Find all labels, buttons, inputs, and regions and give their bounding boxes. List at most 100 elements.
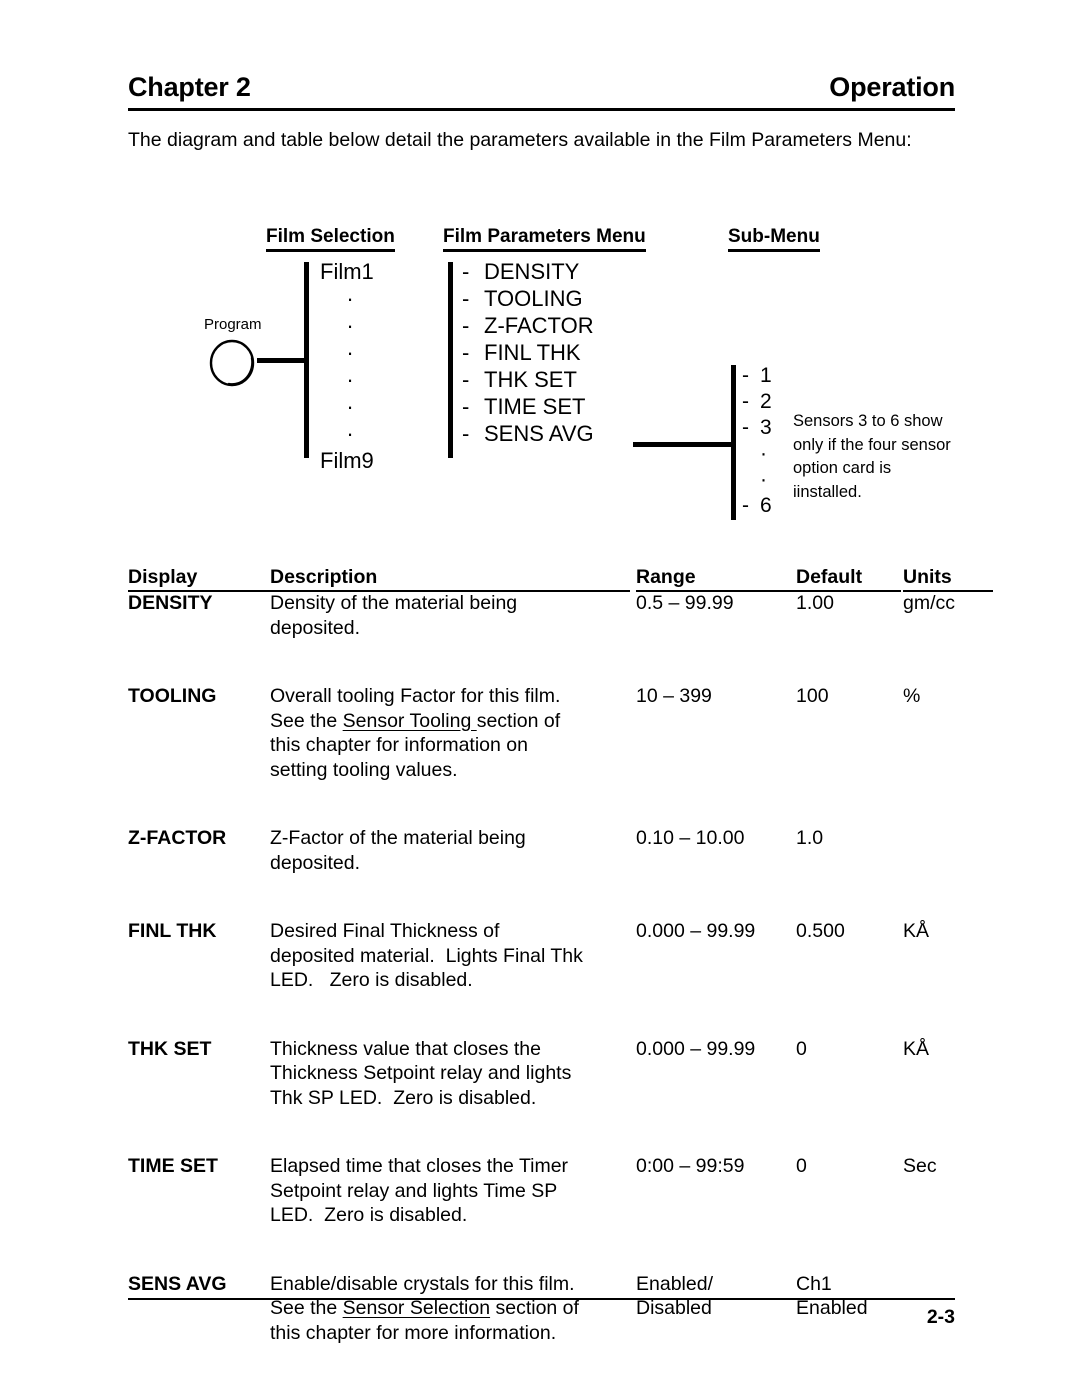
list-dash: - <box>742 494 749 517</box>
cell-display: TIME SET <box>128 1155 218 1177</box>
cell-units-line: KÅ <box>903 1037 930 1060</box>
list-dash: - <box>742 364 749 387</box>
description-text: Overall tooling Factor for this film. <box>270 685 561 707</box>
cell-default: Ch1 Enabled <box>796 1272 901 1321</box>
film-parameter-label: TOOLING <box>484 286 583 311</box>
cell-units-line: gm/cc <box>903 592 956 614</box>
description-line: this chapter for more information. <box>270 1321 630 1346</box>
description-text: Thickness Setpoint relay and lights <box>270 1062 572 1084</box>
table-row: TIME SET Elapsed time that closes the Tim… <box>128 1154 958 1252</box>
column-header-display: Display <box>128 565 273 592</box>
description-line: See the Sensor Tooling section of <box>270 709 630 734</box>
cell-description: Enable/disable crystals for this film. Se… <box>270 1272 630 1346</box>
cell-description: Overall tooling Factor for this film. See… <box>270 684 630 782</box>
cross-reference-link[interactable]: Sensor Selection <box>343 1297 490 1319</box>
parameter-table: Display Description Range Default Units … <box>128 565 993 1389</box>
cell-range-line: 10 – 399 <box>636 685 712 707</box>
description-text: LED. Zero is disabled. <box>270 969 473 991</box>
description-line: Elapsed time that closes the Timer <box>270 1154 630 1179</box>
cell-description: Density of the material being deposited. <box>270 591 630 640</box>
cell-range-line: Enabled/ <box>636 1272 713 1295</box>
film-parameter-item: - Z-FACTOR <box>462 312 692 339</box>
diagram-heading-film-parameters-menu: Film Parameters Menu <box>443 226 646 252</box>
cell-units-line: KÅ <box>903 920 930 942</box>
cell-description: Elapsed time that closes the Timer Setpoi… <box>270 1154 630 1228</box>
list-dash: - <box>462 340 470 365</box>
cell-description: Thickness value that closes the Thickness… <box>270 1037 630 1111</box>
film-selection-ellipsis-dot: · <box>346 367 354 392</box>
description-line: deposited. <box>270 616 630 641</box>
cell-default-line: 1.00 <box>796 592 834 614</box>
film-parameters-list: - DENSITY - TOOLING - Z-FACTOR - FINL THK -T… <box>462 258 692 447</box>
film-parameter-item: - TIME SET <box>462 393 692 420</box>
table-row: DENSITY Density of the material being depo… <box>128 591 958 664</box>
cell-display: FINL THK <box>128 920 217 942</box>
connector-program-to-film-selection <box>257 358 304 363</box>
cell-range-line: 0.5 – 99.99 <box>636 592 734 614</box>
column-header-units: Units <box>903 565 993 592</box>
description-text: Thickness value that closes the <box>270 1037 541 1060</box>
description-text: Thk SP LED. Zero is disabled. <box>270 1086 537 1109</box>
list-dash: - <box>462 286 470 311</box>
table-row: THK SET Thickness value that closes the Th… <box>128 1037 958 1135</box>
cell-range: 0.10 – 10.00 <box>636 826 796 851</box>
cell-default: 0.500 <box>796 919 901 944</box>
cell-display: THK SET <box>128 1037 212 1060</box>
intro-paragraph: The diagram and table below detail the p… <box>128 129 912 151</box>
description-line: Overall tooling Factor for this film. <box>270 684 630 709</box>
film-selection-ellipsis-dot: · <box>346 421 354 446</box>
film-parameter-label: Z-FACTOR <box>484 313 594 338</box>
cell-units: gm/cc <box>903 591 993 616</box>
film-selection-ellipsis-dot: · <box>346 286 354 311</box>
diagram-heading-film-selection: Film Selection <box>266 226 395 252</box>
description-line: Desired Final Thickness of <box>270 919 630 944</box>
film-parameters-bracket <box>448 262 453 458</box>
film-selection-item: Film9 <box>320 448 374 473</box>
connector-sens-avg-to-sub-menu <box>633 442 732 447</box>
list-dash: - <box>742 416 749 439</box>
cell-description: Desired Final Thickness of deposited mate… <box>270 919 630 993</box>
film-selection-ellipsis-dot: · <box>346 313 354 338</box>
cell-units: KÅ <box>903 1037 993 1062</box>
description-line: Setpoint relay and lights Time SP <box>270 1179 630 1204</box>
cell-range-line: 0:00 – 99:59 <box>636 1155 745 1177</box>
cell-default-line: 1.0 <box>796 827 824 849</box>
sub-menu-note: Sensors 3 to 6 show only if the four sen… <box>793 412 951 501</box>
page-number: 2-3 <box>926 1306 955 1328</box>
description-text: Z-Factor of the material being <box>270 827 526 849</box>
cell-default-line: Ch1 <box>796 1272 832 1295</box>
description-text: Setpoint relay and lights Time SP <box>270 1179 558 1202</box>
description-line: Enable/disable crystals for this film. <box>270 1272 630 1297</box>
description-line: Density of the material being <box>270 591 630 616</box>
description-line: LED. Zero is disabled. <box>270 968 630 993</box>
cell-default: 0 <box>796 1037 901 1062</box>
film-parameter-item: - FINL THK <box>462 339 692 366</box>
table-body: DENSITY Density of the material being depo… <box>128 591 958 1369</box>
list-dash: - <box>462 313 470 338</box>
film-selection-ellipsis-dot: · <box>346 394 354 419</box>
cell-display: DENSITY <box>128 592 213 614</box>
description-line: this chapter for information on <box>270 733 630 758</box>
description-line: setting tooling values. <box>270 758 630 783</box>
film-parameter-label: DENSITY <box>484 259 580 284</box>
cell-range-line: 0.10 – 10.00 <box>636 827 745 849</box>
film-selection-ellipsis-dot: · <box>346 340 354 365</box>
description-text: setting tooling values. <box>270 758 458 781</box>
description-text: this chapter for more information. <box>270 1321 557 1344</box>
film-parameter-item: - TOOLING <box>462 285 692 312</box>
description-text: Elapsed time that closes the Timer <box>270 1155 569 1177</box>
list-dash: - <box>742 390 749 413</box>
film-parameter-item: - DENSITY <box>462 258 692 285</box>
list-dash: - <box>462 394 470 419</box>
program-key-circle-icon <box>208 338 258 388</box>
list-dash: - <box>462 421 470 446</box>
cell-default-line: 0 <box>796 1155 807 1177</box>
film-parameters-menu-diagram: Film Selection Film Parameters Menu Sub-… <box>128 210 958 540</box>
cell-default: 1.00 <box>796 591 901 616</box>
column-header-description: Description <box>270 565 630 592</box>
cross-reference-link[interactable]: Sensor Tooling <box>343 710 477 732</box>
cell-display: Z-FACTOR <box>128 827 227 849</box>
cell-units: % <box>903 684 993 709</box>
column-header-range: Range <box>636 565 796 592</box>
cell-default: 100 <box>796 684 901 709</box>
